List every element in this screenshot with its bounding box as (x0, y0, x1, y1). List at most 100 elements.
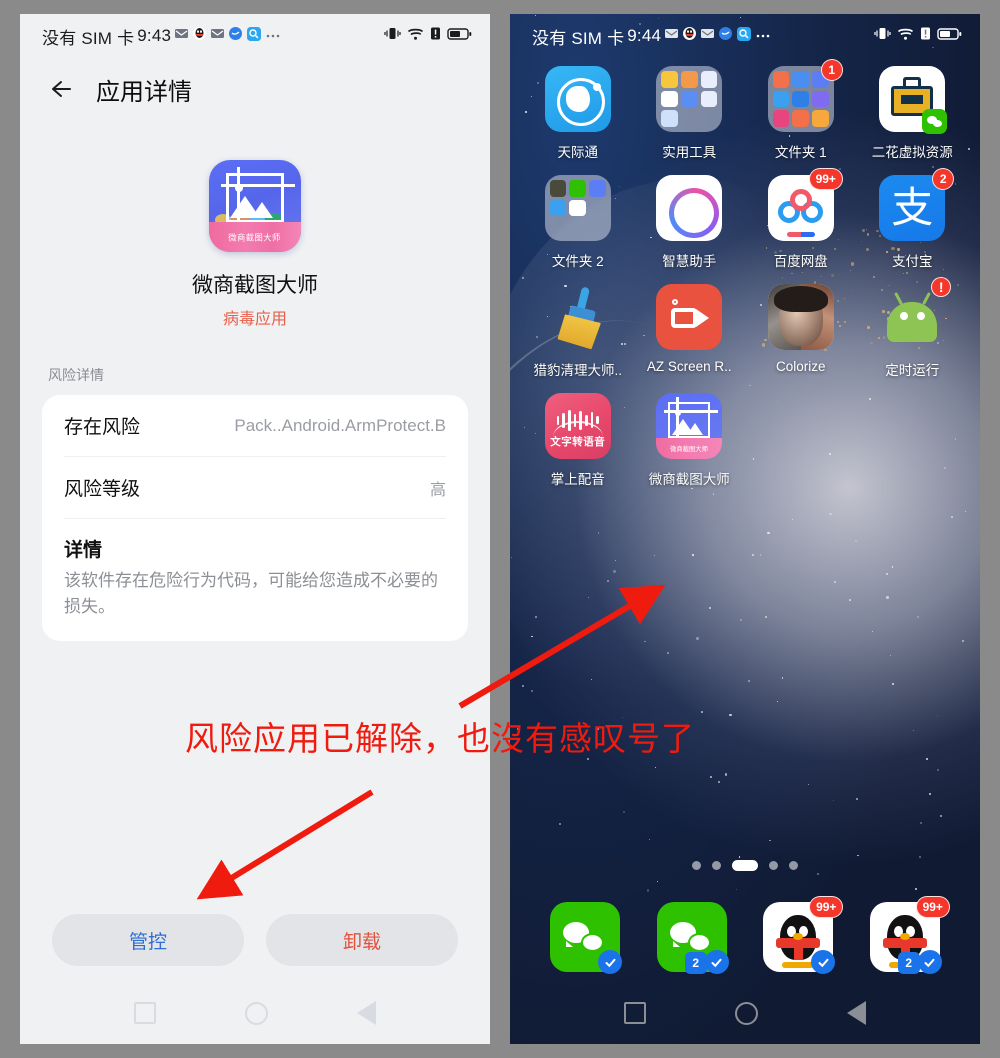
dual-app-badge: 2 (684, 952, 707, 974)
dual-app-badge: 2 (897, 952, 920, 974)
search-icon (246, 26, 262, 47)
icon-caption-band: 微商截图大师 (209, 222, 301, 252)
home-circle-icon[interactable] (244, 1001, 268, 1025)
app-cell-scheduled-run[interactable]: ! 定时运行 (857, 277, 969, 379)
manage-button[interactable]: 管控 (52, 914, 244, 966)
app-cell-palm-dubbing[interactable]: 文字转语音 掌上配音 (522, 393, 634, 488)
browser-icon (228, 26, 243, 46)
table-row: 存在风险 Pack..Android.ArmProtect.B (64, 395, 446, 457)
screenshot-master-icon: 微商截图大师 (656, 393, 723, 459)
folder-icon (544, 175, 611, 241)
back-triangle-icon[interactable] (846, 1001, 866, 1025)
app-cell-colorize[interactable]: Colorize (745, 284, 857, 379)
dock-item-wechat[interactable] (550, 902, 623, 974)
dock-item-qq[interactable]: 99+ (763, 896, 844, 974)
status-bar-right-group (384, 26, 472, 46)
page-dot[interactable] (712, 861, 721, 870)
app-cell-baidu-netdisk[interactable]: 99+ 百度网盘 (745, 168, 857, 270)
camcorder-icon (656, 284, 723, 350)
dock-item-wechat-dual[interactable]: 2 (656, 902, 729, 974)
risk-details-card: 存在风险 Pack..Android.ArmProtect.B 风险等级 高 详… (42, 395, 468, 641)
icon-caption: 微商截图大师 (670, 445, 709, 453)
browser-icon (718, 26, 733, 46)
battery-icon (937, 26, 962, 46)
page-dot-active[interactable] (732, 860, 758, 871)
app-cell-smart-assistant[interactable]: 智慧助手 (634, 175, 746, 270)
clock-label: 9:43 (137, 26, 172, 45)
portrait-photo-icon (767, 284, 834, 350)
home-circle-icon[interactable] (734, 1001, 758, 1025)
row-value: Pack..Android.ArmProtect.B (234, 415, 446, 435)
status-bar-right-group (874, 26, 962, 46)
status-bar-left-group: 没有 SIM 卡 9:44 (532, 24, 771, 49)
signal-alert-icon (920, 26, 931, 46)
dock: 2 99+ 99+ 2 (510, 896, 980, 974)
vibrate-icon (874, 26, 891, 46)
signal-alert-icon (430, 26, 441, 46)
sun-glyph (235, 184, 243, 192)
notification-badge: 99+ (808, 168, 843, 190)
app-label: 微商截图大师 (648, 472, 730, 487)
home-screen: 没有 SIM 卡 9:44 天际通 实用工具 1 文件夹 1 二花虚拟资源 文件… (510, 14, 980, 1044)
app-label: 智慧助手 (662, 254, 717, 269)
table-row: 风险等级 高 (64, 457, 446, 519)
baidu-netdisk-icon: 99+ (767, 168, 843, 241)
folder-icon: 1 (767, 59, 843, 132)
alipay-icon: 支 2 (879, 168, 955, 241)
page-title: 应用详情 (96, 78, 192, 106)
mail-icon (174, 26, 189, 46)
app-cell-alipay[interactable]: 支 2 支付宝 (857, 168, 969, 270)
app-label: 猎豹清理大师.. (533, 363, 622, 378)
navigation-bar-right (510, 982, 980, 1044)
detail-row: 详情 该软件存在危险行为代码，可能给您造成不必要的损失。 (64, 519, 446, 641)
app-label: AZ Screen R.. (646, 359, 732, 374)
broom-clean-icon (545, 284, 611, 350)
mail-icon (210, 26, 225, 46)
app-cell-utilities-folder[interactable]: 实用工具 (634, 66, 746, 161)
app-label: 定时运行 (885, 363, 940, 378)
app-cell-erhua-resources[interactable]: 二花虚拟资源 (857, 66, 969, 161)
page-dot[interactable] (789, 861, 798, 870)
battery-icon (447, 26, 472, 46)
action-button-row: 管控 卸载 (20, 914, 490, 966)
alert-badge: ! (931, 277, 952, 297)
more-dots-icon (755, 26, 771, 46)
selected-check-icon (704, 950, 729, 974)
status-bar-left: 没有 SIM 卡 9:43 (20, 14, 490, 58)
android-robot-icon: ! (879, 277, 952, 350)
search-icon (736, 26, 752, 47)
app-cell-screenshot-master[interactable]: 微商截图大师 微商截图大师 (634, 393, 746, 488)
back-triangle-icon[interactable] (356, 1001, 376, 1025)
status-bar-left-group: 没有 SIM 卡 9:43 (42, 24, 281, 49)
selected-check-icon (917, 950, 942, 974)
app-label: 文件夹 2 (551, 254, 604, 269)
app-label: 掌上配音 (550, 472, 605, 487)
text-to-speech-icon: 文字转语音 (544, 393, 611, 459)
clock-label: 9:44 (627, 26, 662, 45)
page-indicator (510, 860, 980, 871)
screenshot-stage: 没有 SIM 卡 9:43 应用详情 微商截图大师 微商截图大师 病毒应用 风险… (0, 0, 1000, 1058)
page-dot[interactable] (692, 861, 701, 870)
vibrate-icon (384, 26, 401, 46)
recents-square-icon[interactable] (134, 1002, 157, 1024)
app-cell-az-screen-recorder[interactable]: AZ Screen R.. (634, 284, 746, 379)
globe-app-icon (544, 66, 611, 132)
folder-icon (656, 66, 723, 132)
dock-item-qq-dual[interactable]: 99+ 2 (869, 896, 950, 974)
detail-text: 该软件存在危险行为代码，可能给您造成不必要的损失。 (64, 571, 438, 617)
app-cell-folder-2[interactable]: 文件夹 2 (522, 175, 634, 270)
app-cell-folder-1[interactable]: 1 文件夹 1 (745, 59, 857, 161)
app-cell-tianjitong[interactable]: 天际通 (522, 66, 634, 161)
page-dot[interactable] (769, 861, 778, 870)
back-button[interactable] (44, 74, 74, 104)
briefcase-app-icon (879, 66, 948, 134)
row-key: 存在风险 (64, 417, 141, 438)
app-label: Colorize (775, 359, 826, 374)
recents-square-icon[interactable] (624, 1002, 647, 1024)
notification-badge: 1 (820, 59, 843, 81)
app-cell-cheetah-cleaner[interactable]: 猎豹清理大师.. (522, 284, 634, 379)
annotation-text: 风险应用已解除，也沒有感叹号了 (185, 719, 695, 758)
row-key: 风险等级 (64, 479, 141, 500)
uninstall-button[interactable]: 卸载 (266, 914, 458, 966)
screenshot-master-icon: 微商截图大师 (209, 160, 301, 252)
